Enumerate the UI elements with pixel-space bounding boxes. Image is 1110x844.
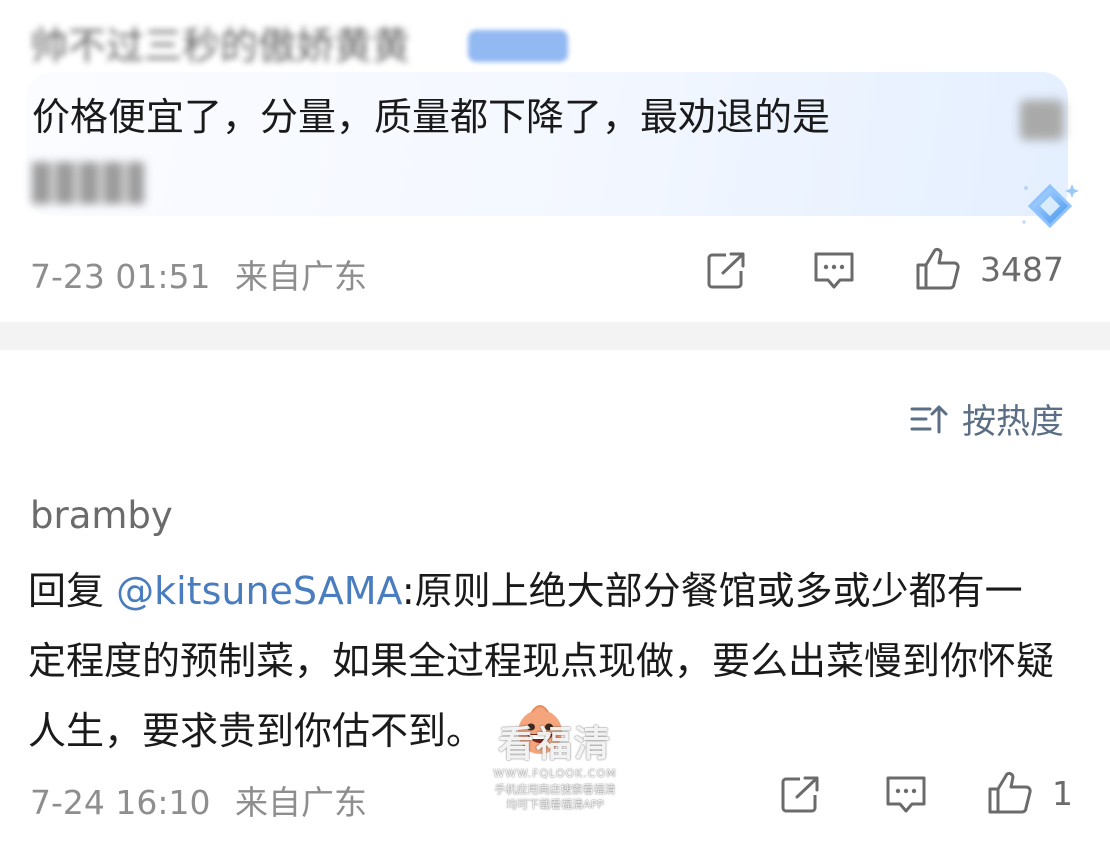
- comment-icon: [886, 776, 926, 813]
- thumbs-up-icon: [988, 771, 1032, 814]
- comment-author-name[interactable]: bramby: [30, 494, 173, 537]
- comment-button[interactable]: [812, 250, 856, 292]
- share-icon: [781, 776, 819, 813]
- mention-link[interactable]: @kitsuneSAMA: [116, 569, 402, 613]
- author-badge: [468, 30, 568, 62]
- comment-text: 价格便宜了，分量，质量都下降了，最劝退的是: [32, 95, 831, 139]
- comment-button[interactable]: [884, 774, 928, 816]
- blurred-text: [1020, 100, 1064, 140]
- watermark-url: WWW.FQLOOK.COM: [493, 767, 617, 780]
- comment-bubble[interactable]: 价格便宜了，分量，质量都下降了，最劝退的是: [26, 72, 1068, 216]
- comment-time: 7-24 16:10: [30, 783, 211, 822]
- watermark: 看福清 WWW.FQLOOK.COM 手机应用商店搜索看福清 均可下载看福清AP…: [480, 724, 630, 812]
- thumbs-up-icon: [916, 247, 960, 290]
- watermark-line: 均可下载看福清APP: [506, 798, 604, 811]
- comment-card-top: 帅不过三秒的傲娇黄黄 价格便宜了，分量，质量都下降了，最劝退的是 7-23 01…: [0, 0, 1110, 322]
- section-divider: [0, 322, 1110, 350]
- reply-prefix: 回复: [28, 569, 105, 613]
- share-button[interactable]: [706, 250, 748, 290]
- sort-toggle[interactable]: 按热度: [910, 394, 1064, 443]
- share-button[interactable]: [780, 774, 822, 814]
- diamond-badge-icon: [1022, 183, 1079, 229]
- watermark-line: 手机应用商店搜索看福清: [494, 783, 616, 796]
- sort-label: 按热度: [962, 402, 1064, 442]
- comment-meta: 7-23 01:51 来自广东: [30, 250, 367, 298]
- share-icon: [707, 252, 745, 289]
- like-button[interactable]: 3487: [914, 246, 1064, 292]
- comment-time: 7-23 01:51: [30, 257, 211, 296]
- watermark-title: 看福清: [497, 724, 612, 765]
- comment-meta: 7-24 16:10 来自广东: [30, 776, 367, 824]
- comment-location: 来自广东: [235, 257, 367, 296]
- comment-icon: [814, 252, 854, 289]
- sort-icon: [910, 405, 948, 433]
- like-button[interactable]: 1: [986, 770, 1073, 816]
- comment-location: 来自广东: [235, 783, 367, 822]
- blurred-text: [32, 162, 144, 204]
- like-count: 3487: [980, 249, 1064, 289]
- comment-author-name[interactable]: 帅不过三秒的傲娇黄黄: [30, 22, 410, 70]
- like-count: 1: [1052, 773, 1073, 813]
